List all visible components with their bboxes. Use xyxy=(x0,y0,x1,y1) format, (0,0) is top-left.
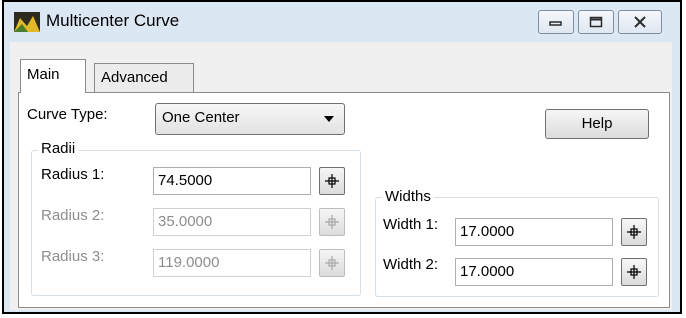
radius-3-label: Radius 3: xyxy=(41,248,105,265)
title-bar[interactable]: Multicenter Curve xyxy=(4,2,680,42)
chevron-down-icon xyxy=(324,116,334,122)
width-2-label: Width 2: xyxy=(383,256,439,273)
crosshair-icon xyxy=(325,174,339,188)
maximize-icon xyxy=(589,16,603,28)
main-tab-page: Curve Type: One Center Help Radii Radius… xyxy=(18,92,670,308)
close-icon xyxy=(634,16,646,28)
radii-group-label: Radii xyxy=(38,140,79,157)
width-1-pick-button[interactable] xyxy=(621,218,647,246)
radius-2-input[interactable]: 35.0000 xyxy=(153,208,311,236)
crosshair-icon xyxy=(325,256,339,270)
maximize-button[interactable] xyxy=(578,10,614,34)
crosshair-icon xyxy=(627,225,641,239)
tab-advanced[interactable]: Advanced xyxy=(94,63,194,93)
close-button[interactable] xyxy=(618,10,662,34)
minimize-button[interactable] xyxy=(538,10,574,34)
minimize-icon xyxy=(549,21,562,26)
dialog-client: Main Advanced Curve Type: One Center Hel… xyxy=(10,42,672,310)
crosshair-icon xyxy=(627,265,641,279)
curve-type-label: Curve Type: xyxy=(27,106,108,123)
window-title: Multicenter Curve xyxy=(46,11,180,30)
radius-3-pick-button[interactable] xyxy=(319,249,345,277)
width-1-input[interactable]: 17.0000 xyxy=(455,218,613,246)
radius-3-input[interactable]: 119.0000 xyxy=(153,249,311,277)
help-button[interactable]: Help xyxy=(545,109,649,139)
tab-main[interactable]: Main xyxy=(20,59,86,93)
width-2-pick-button[interactable] xyxy=(621,258,647,286)
width-1-label: Width 1: xyxy=(383,216,439,233)
curve-type-value: One Center xyxy=(162,109,240,126)
multicenter-curve-window: Multicenter Curve Main Advanced Curve Ty… xyxy=(2,0,682,314)
app-icon xyxy=(14,12,40,32)
widths-group-label: Widths xyxy=(382,188,434,205)
radius-1-pick-button[interactable] xyxy=(319,167,345,195)
curve-type-dropdown[interactable]: One Center xyxy=(155,103,345,135)
radius-2-label: Radius 2: xyxy=(41,207,105,224)
radius-1-label: Radius 1: xyxy=(41,166,105,183)
width-2-input[interactable]: 17.0000 xyxy=(455,258,613,286)
crosshair-icon xyxy=(325,215,339,229)
radius-2-pick-button[interactable] xyxy=(319,208,345,236)
radius-1-input[interactable]: 74.5000 xyxy=(153,167,311,195)
